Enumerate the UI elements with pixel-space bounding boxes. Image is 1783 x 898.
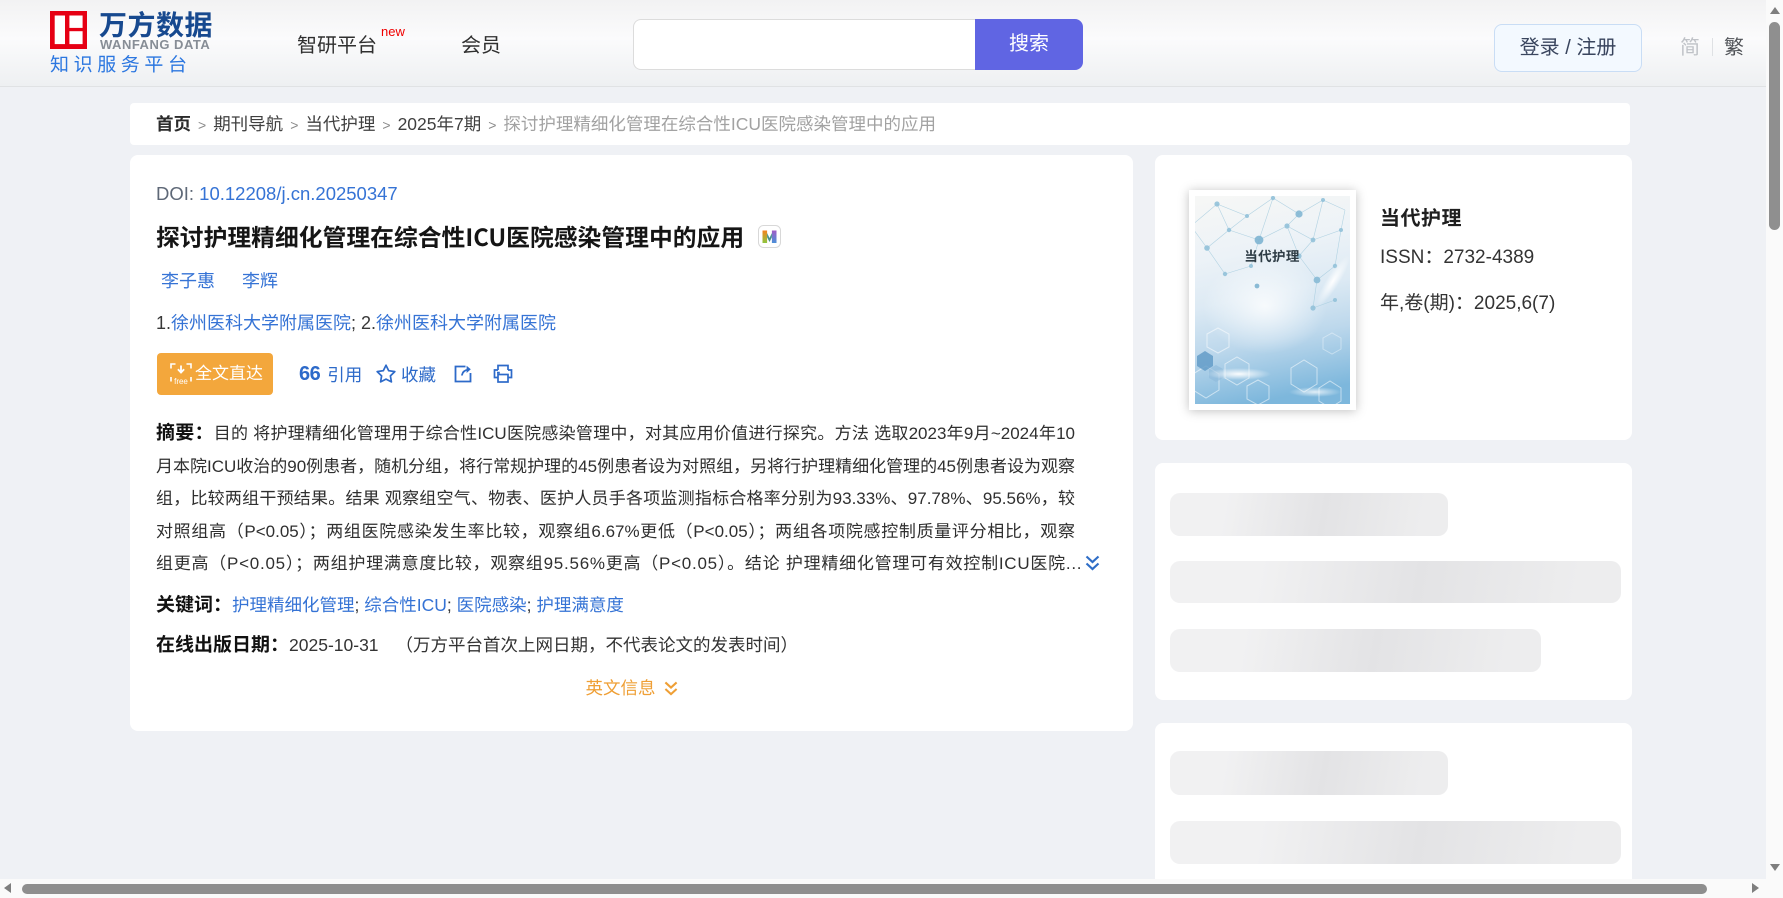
svg-text:当代护理: 当代护理 bbox=[1244, 245, 1300, 265]
svg-text:free: free bbox=[174, 377, 188, 385]
